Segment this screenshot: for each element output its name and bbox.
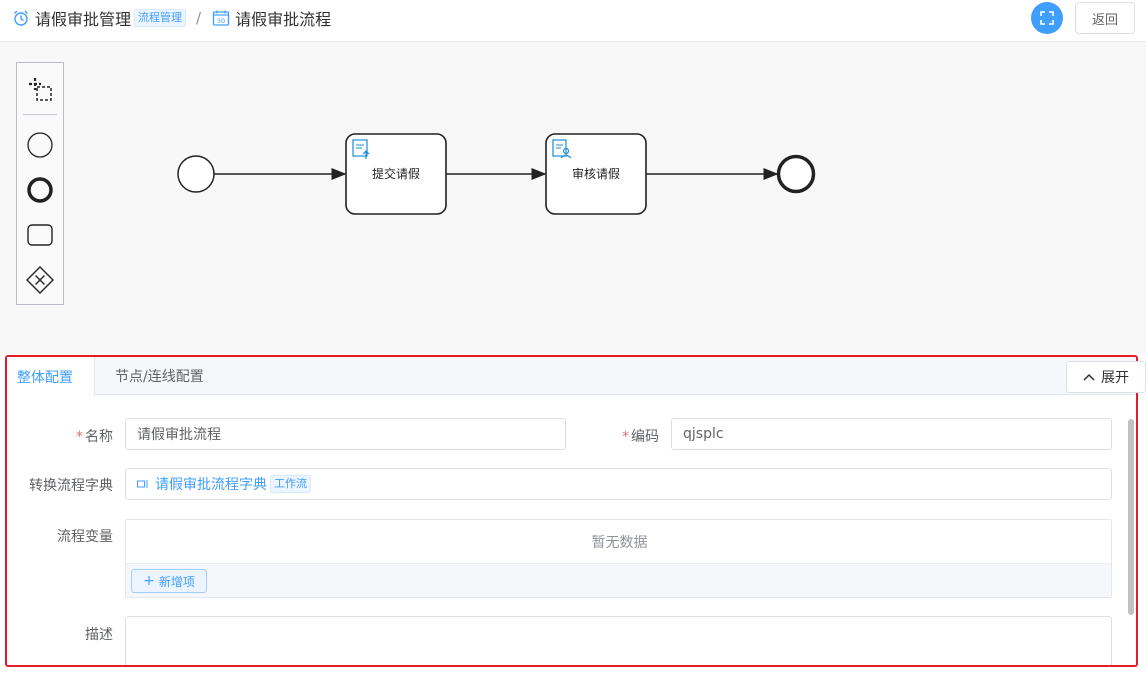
task-review-leave[interactable]: 审核请假 [545, 133, 647, 215]
config-tabs: 整体配置 节点/连线配置 [7, 357, 1136, 396]
dict-icon [137, 480, 148, 488]
config-panel: 整体配置 节点/连线配置 * 名称 请假审批流程 * 编码 qjsplc 转换流程字… [5, 355, 1138, 667]
desc-label: 描述 [85, 627, 113, 643]
task-label: 提交请假 [372, 166, 420, 181]
expand-button[interactable]: 展开 [1066, 361, 1146, 393]
dict-label: 转换流程字典 [29, 478, 113, 494]
dict-tag: 工作流 [270, 475, 311, 493]
name-input[interactable]: 请假审批流程 [125, 418, 566, 450]
tab-node-edge-config[interactable]: 节点/连线配置 [115, 357, 204, 395]
add-item-button[interactable]: + 新增项 [131, 569, 207, 593]
start-event[interactable] [177, 155, 215, 193]
name-label: * 名称 [76, 429, 113, 445]
code-label: * 编码 [622, 429, 659, 445]
bpmn-diagram: 提交请假 审核请假 [177, 133, 816, 215]
expand-label: 展开 [1101, 370, 1129, 386]
desc-textarea[interactable] [125, 616, 1112, 665]
dict-select[interactable]: 请假审批流程字典 工作流 [125, 468, 1112, 500]
vars-table: 暂无数据 + 新增项 [125, 519, 1112, 598]
plus-icon: + [143, 573, 155, 589]
dict-link[interactable]: 请假审批流程字典 工作流 [137, 474, 311, 494]
tab-overall-config[interactable]: 整体配置 [7, 357, 95, 396]
vars-label: 流程变量 [57, 529, 113, 545]
panel-scrollbar[interactable] [1128, 419, 1134, 615]
task-label: 审核请假 [572, 166, 620, 181]
end-event[interactable] [776, 154, 816, 194]
vars-empty-text: 暂无数据 [591, 535, 648, 551]
vars-footer: + 新增项 [126, 563, 1111, 597]
code-input[interactable]: qjsplc [671, 418, 1112, 450]
add-item-label: 新增项 [158, 574, 195, 589]
chevron-up-icon [1083, 373, 1095, 381]
task-submit-leave[interactable]: 提交请假 [345, 133, 447, 215]
dict-value: 请假审批流程字典 [155, 477, 267, 493]
